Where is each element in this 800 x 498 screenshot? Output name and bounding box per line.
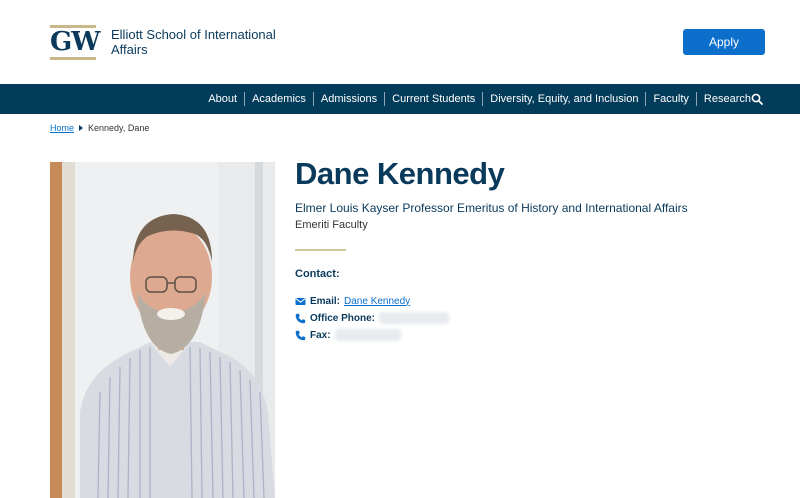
school-name[interactable]: Elliott School of International Affairs: [111, 27, 291, 57]
contact-fax-row: Fax:: [295, 328, 401, 342]
breadcrumb: Home Kennedy, Dane: [50, 122, 149, 134]
contact-phone-row: Office Phone:: [295, 311, 450, 325]
contact-heading: Contact:: [295, 268, 340, 280]
logo-bar-bottom: [50, 57, 96, 60]
contact-email-row: Email: Dane Kennedy: [295, 294, 410, 308]
site-header: GW Elliott School of International Affai…: [0, 0, 800, 84]
redacted-fax: [334, 329, 401, 341]
nav-item-diversity[interactable]: Diversity, Equity, and Inclusion: [482, 92, 645, 106]
nav-item-admissions[interactable]: Admissions: [312, 92, 384, 106]
person-name: Dane Kennedy: [295, 156, 505, 191]
profile-photo: [50, 162, 275, 498]
fax-phone-icon: [295, 330, 306, 340]
office-phone-label: Office Phone:: [310, 312, 376, 324]
gw-logo[interactable]: GW: [50, 25, 100, 61]
nav-item-academics[interactable]: Academics: [244, 92, 313, 106]
envelope-icon: [295, 297, 306, 305]
nav-list: About Academics Admissions Current Stude…: [201, 84, 758, 114]
person-title: Elmer Louis Kayser Professor Emeritus of…: [295, 201, 688, 215]
search-icon[interactable]: [751, 93, 763, 105]
main-nav: About Academics Admissions Current Stude…: [0, 84, 800, 114]
nav-item-research[interactable]: Research: [695, 92, 758, 106]
breadcrumb-home-link[interactable]: Home: [50, 122, 74, 134]
divider: [295, 249, 346, 251]
breadcrumb-caret-icon: [79, 125, 84, 131]
apply-button[interactable]: Apply: [683, 29, 765, 55]
redacted-phone: [379, 312, 450, 324]
nav-item-about[interactable]: About: [201, 92, 244, 106]
nav-item-current-students[interactable]: Current Students: [384, 92, 482, 106]
phone-icon: [295, 313, 306, 323]
nav-item-faculty[interactable]: Faculty: [645, 92, 695, 106]
email-link[interactable]: Dane Kennedy: [344, 295, 410, 308]
person-category: Emeriti Faculty: [295, 219, 368, 231]
fax-label: Fax:: [310, 329, 331, 341]
email-label: Email:: [310, 295, 341, 307]
logo-mark: GW: [50, 27, 100, 57]
breadcrumb-current: Kennedy, Dane: [88, 123, 150, 133]
